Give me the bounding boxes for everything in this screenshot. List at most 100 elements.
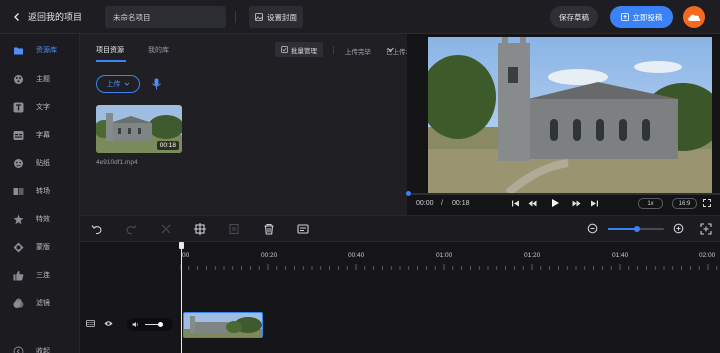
top-bar: 返回我的项目 未命名项目 设置封面 保存草稿 立即投稿: [0, 0, 720, 34]
film-icon[interactable]: [86, 319, 95, 328]
aspect-ratio-select[interactable]: 16:9: [672, 198, 697, 209]
sidebar-item-label: 字幕: [36, 132, 50, 139]
skip-to-end-icon[interactable]: [590, 199, 599, 208]
step-back-icon[interactable]: [528, 199, 537, 208]
checkbox-icon: [281, 46, 288, 53]
text-icon: [13, 102, 24, 113]
upload-label: 上传: [106, 81, 121, 88]
video-player[interactable]: [428, 37, 712, 193]
freeze-frame-icon[interactable]: [228, 223, 240, 235]
status-divider: [333, 46, 334, 54]
playback-progress[interactable]: [406, 191, 720, 196]
sidebar-item-label: 收起: [36, 348, 50, 353]
collapse-icon: [13, 346, 24, 353]
sidebar-item-label: 主题: [36, 76, 50, 83]
media-thumbnail[interactable]: 00:18: [96, 105, 182, 153]
sidebar-item-subtitle[interactable]: 字幕: [0, 125, 80, 145]
zoom-in-icon[interactable]: [673, 223, 685, 235]
save-draft-button[interactable]: 保存草稿: [550, 6, 598, 28]
ruler-label: 02:00: [699, 252, 716, 259]
playback-speed-select[interactable]: 1x: [638, 198, 663, 209]
playhead[interactable]: [181, 242, 182, 353]
set-cover-button[interactable]: 设置封面: [249, 6, 303, 28]
sidebar-item-filter[interactable]: 滤镜: [0, 293, 80, 313]
subtitle-icon: [13, 130, 24, 141]
tool-sidebar: 资源库 主题 文字 字幕 贴纸 转场 特效 蒙版 三连 滤镜 收起: [0, 34, 80, 353]
zoom-out-icon[interactable]: [587, 223, 599, 235]
media-filename: 4e910df1.mp4: [96, 159, 138, 166]
filter-icon: [13, 298, 24, 309]
volume-track: [145, 324, 159, 325]
back-to-projects-button[interactable]: 返回我的项目: [12, 10, 82, 23]
avatar[interactable]: [683, 6, 705, 28]
header-divider: [235, 11, 236, 23]
fit-timeline-icon[interactable]: [700, 223, 712, 235]
sidebar-item-text[interactable]: 文字: [0, 97, 80, 117]
back-label: 返回我的项目: [28, 12, 83, 22]
eye-icon[interactable]: [104, 319, 113, 328]
sidebar-item-sticker[interactable]: 贴纸: [0, 153, 80, 173]
delete-icon[interactable]: [263, 223, 275, 235]
sidebar-item-label: 蒙版: [36, 244, 50, 251]
sidebar-item-library[interactable]: 资源库: [0, 40, 80, 60]
progress-handle[interactable]: [406, 191, 411, 196]
tab-my-library[interactable]: 我的库: [148, 45, 169, 55]
ruler-label: 01:00: [436, 252, 453, 259]
upload-icon: [620, 13, 629, 21]
sidebar-item-label: 转场: [36, 188, 50, 195]
track-volume-control[interactable]: [127, 318, 173, 331]
subtitle-tool-icon[interactable]: [297, 223, 309, 235]
cloud-logo-icon: [688, 14, 701, 21]
total-time: 00:18: [452, 200, 470, 207]
sidebar-item-triple[interactable]: 三连: [0, 265, 80, 285]
ruler-label: 00: [182, 252, 190, 259]
chevron-left-icon: [14, 12, 19, 21]
chevron-down-icon: [124, 82, 129, 86]
folder-icon: [13, 45, 24, 56]
ruler-ticks: [180, 264, 718, 270]
transition-icon: [13, 186, 24, 197]
crop-icon[interactable]: [194, 223, 206, 235]
clip-filmstrip: [184, 313, 262, 337]
sidebar-item-label: 文字: [36, 104, 50, 111]
church-video-frame: [428, 37, 712, 193]
zoom-handle[interactable]: [634, 226, 640, 232]
tab-project-resources[interactable]: 项目资源: [96, 45, 124, 55]
timeline-zoom-slider[interactable]: [608, 226, 664, 232]
skip-to-start-icon[interactable]: [511, 199, 520, 208]
current-time: 00:00: [416, 200, 434, 207]
upload-status: 上传完毕: [345, 49, 371, 56]
ruler-label: 00:40: [348, 252, 365, 259]
step-forward-icon[interactable]: [572, 199, 581, 208]
play-icon[interactable]: [550, 198, 560, 208]
microphone-icon[interactable]: [151, 78, 162, 90]
publish-label: 立即投稿: [632, 12, 663, 22]
sidebar-item-effects[interactable]: 特效: [0, 209, 80, 229]
undo-icon[interactable]: [91, 223, 103, 235]
thumbs-up-icon: [13, 270, 24, 281]
split-icon[interactable]: [160, 223, 172, 235]
publish-button[interactable]: 立即投稿: [610, 6, 673, 28]
playback-controls: 00:00 / 00:18 1x 16:9: [406, 191, 720, 215]
project-title-input[interactable]: 未命名项目: [105, 6, 226, 28]
resource-panel: 项目资源 我的库 批量管理 上传完毕 已上传1个，共1个 上传 00:18 4e…: [80, 34, 439, 215]
video-preview-panel: 00:00 / 00:18 1x 16:9: [406, 34, 720, 215]
sidebar-item-transition[interactable]: 转场: [0, 181, 80, 201]
effects-icon: [13, 214, 24, 225]
sidebar-item-label: 滤镜: [36, 300, 50, 307]
timeline[interactable]: 00 00:20 00:40 01:00 01:20 01:40 02:00: [80, 242, 720, 353]
edit-toolbar: [80, 215, 720, 242]
sidebar-collapse[interactable]: 收起: [0, 341, 80, 353]
media-duration: 00:18: [156, 141, 179, 150]
chevron-down-icon[interactable]: [386, 45, 395, 54]
upload-button[interactable]: 上传: [96, 75, 140, 93]
fullscreen-icon[interactable]: [703, 199, 711, 207]
sidebar-item-mask[interactable]: 蒙版: [0, 237, 80, 257]
sidebar-item-theme[interactable]: 主题: [0, 69, 80, 89]
sidebar-item-label: 三连: [36, 272, 50, 279]
batch-manage-button[interactable]: 批量管理: [275, 42, 323, 57]
video-clip[interactable]: [183, 312, 263, 338]
active-tab-indicator: [96, 60, 126, 62]
redo-icon[interactable]: [125, 223, 137, 235]
volume-handle[interactable]: [158, 322, 163, 327]
